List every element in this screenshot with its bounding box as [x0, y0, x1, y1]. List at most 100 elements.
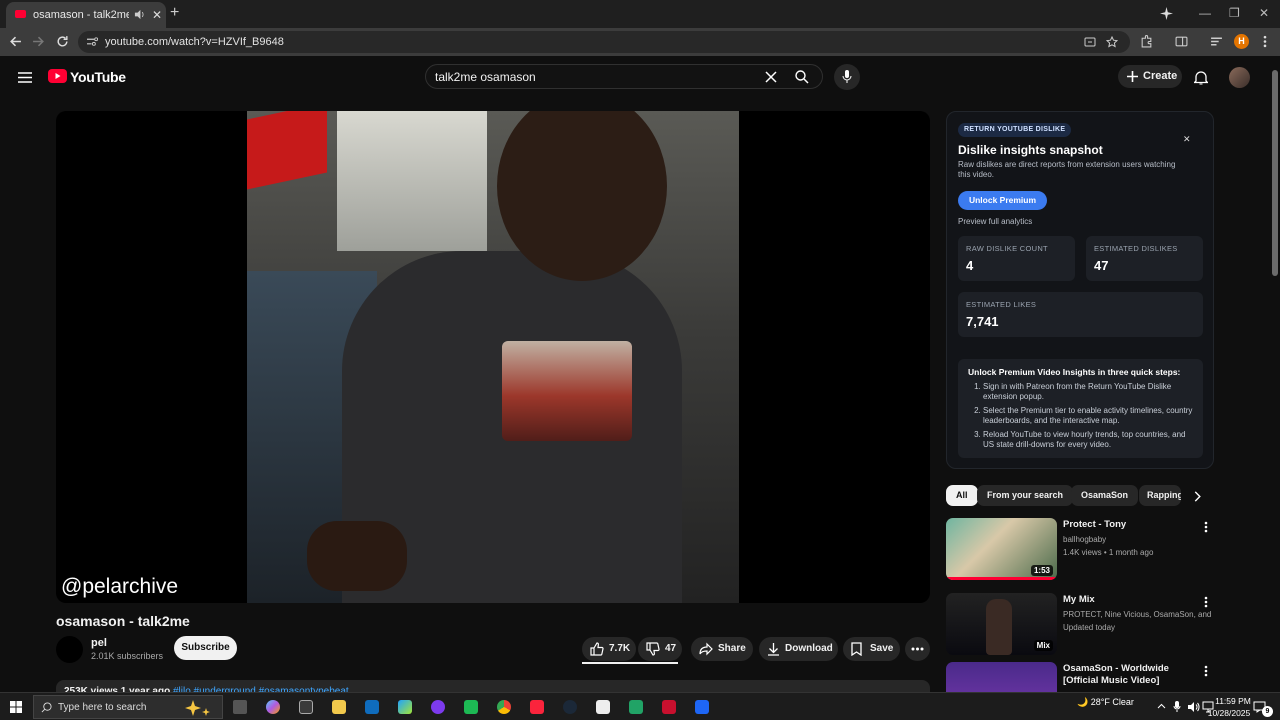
clock-date[interactable]: 10/28/2025 [1203, 708, 1255, 718]
download-icon [768, 643, 779, 656]
chrome-icon[interactable] [497, 700, 511, 714]
forward-icon[interactable] [32, 35, 45, 48]
chip-osamason[interactable]: OsamaSon [1071, 485, 1139, 506]
taskbar-search-icon [41, 702, 52, 713]
discord-icon[interactable] [431, 700, 445, 714]
back-icon[interactable] [9, 35, 22, 48]
app-icon[interactable] [464, 700, 478, 714]
more-vertical-icon[interactable] [1204, 521, 1208, 533]
video-thumbnail[interactable]: 1:53 [946, 518, 1057, 580]
taskbar-search-box[interactable]: Type here to search [33, 695, 223, 719]
step-item: Sign in with Patreon from the Return You… [983, 382, 1193, 402]
side-panel-icon[interactable] [1175, 35, 1188, 48]
page-scrollbar[interactable] [1270, 56, 1280, 692]
close-tab-icon[interactable]: ✕ [152, 8, 162, 22]
create-label: Create [1143, 70, 1178, 82]
share-button[interactable]: Share [691, 637, 753, 661]
recommendation-channel: ballhogbaby [1063, 535, 1107, 544]
recommendation-item[interactable]: OsamaSon - Worldwide [Official Music Vid… [946, 662, 1214, 692]
dislike-button[interactable]: 47 [638, 637, 682, 661]
recommendation-meta: 1.4K views • 1 month ago [1063, 548, 1154, 557]
like-ratio-bar [582, 662, 678, 664]
gemini-sparkle-icon[interactable] [1160, 7, 1173, 20]
remote-desktop-icon[interactable] [695, 700, 709, 714]
video-player[interactable]: @pelarchive [56, 111, 930, 603]
microphone-tray-icon[interactable] [1173, 701, 1181, 713]
more-vertical-icon[interactable] [1204, 665, 1208, 677]
chip-all[interactable]: All [946, 485, 978, 506]
panel-title: Dislike insights snapshot [958, 143, 1103, 157]
file-explorer-icon[interactable] [332, 700, 346, 714]
more-actions-button[interactable] [905, 637, 930, 661]
more-vertical-icon[interactable] [1204, 596, 1208, 608]
notepad-icon[interactable] [596, 700, 610, 714]
profile-avatar[interactable]: H [1234, 34, 1249, 49]
outlook-icon[interactable] [365, 700, 379, 714]
recommendation-item[interactable]: 1:53 Protect - Tony ballhogbaby 1.4K vie… [946, 518, 1214, 582]
share-label: Share [718, 643, 746, 654]
windows-start-icon[interactable] [10, 701, 22, 713]
browser-menu-icon[interactable] [1262, 35, 1268, 48]
stat-value: 47 [1094, 258, 1109, 273]
clear-search-icon[interactable] [765, 71, 777, 83]
download-button[interactable]: Download [759, 637, 838, 661]
steam-icon[interactable] [563, 700, 577, 714]
minimize-icon[interactable]: — [1199, 6, 1211, 20]
search-input[interactable]: talk2me osamason [435, 70, 536, 84]
unlock-premium-button[interactable]: Unlock Premium [958, 191, 1047, 210]
site-info-icon[interactable] [87, 37, 98, 47]
preview-analytics-link[interactable]: Preview full analytics [958, 217, 1032, 226]
volume-icon[interactable] [1187, 701, 1200, 713]
copilot-icon[interactable] [266, 700, 280, 714]
dislike-insights-panel: RETURN YOUTUBE DISLIKE ✕ Dislike insight… [946, 111, 1214, 469]
new-tab-icon[interactable]: + [170, 4, 179, 22]
recommendation-item[interactable]: Mix My Mix PROTECT, Nine Vicious, OsamaS… [946, 593, 1214, 657]
video-subject-hand [307, 521, 407, 591]
reading-list-icon[interactable] [1210, 35, 1223, 48]
channel-avatar[interactable] [56, 636, 83, 663]
tray-chevron-up-icon[interactable] [1157, 703, 1166, 709]
maximize-icon[interactable]: ❐ [1229, 6, 1240, 20]
cast-icon[interactable] [1084, 36, 1096, 48]
address-bar[interactable]: youtube.com/watch?v=HZVIf_B9648 [78, 31, 1130, 53]
extensions-puzzle-icon[interactable] [1140, 35, 1153, 48]
youtube-logo[interactable]: YouTube [48, 69, 126, 85]
store-icon[interactable] [299, 700, 313, 714]
weather-text: 28°F Clear [1090, 697, 1134, 707]
close-window-icon[interactable]: ✕ [1259, 6, 1269, 20]
chip-from-your-search[interactable]: From your search [977, 485, 1074, 506]
edge-icon[interactable] [398, 700, 412, 714]
video-thumbnail[interactable]: Mix [946, 593, 1057, 655]
kick-icon[interactable] [662, 700, 676, 714]
bookmark-star-icon[interactable] [1106, 36, 1118, 48]
subscribe-button[interactable]: Subscribe [174, 636, 237, 660]
excel-icon[interactable] [629, 700, 643, 714]
tab-title: osamason - talk2me - YouT [33, 9, 129, 21]
reload-icon[interactable] [56, 35, 69, 48]
dislike-count: 47 [665, 643, 677, 654]
task-view-icon[interactable] [233, 700, 247, 714]
video-thumbnail[interactable] [946, 662, 1057, 692]
notifications-bell-icon[interactable] [1194, 70, 1208, 85]
save-button[interactable]: Save [843, 637, 900, 661]
thumbnail-figure [986, 599, 1012, 655]
voice-search-button[interactable] [834, 64, 860, 90]
browser-tab[interactable]: osamason - talk2me - YouT ✕ [6, 2, 166, 28]
user-avatar[interactable] [1229, 67, 1250, 88]
like-button[interactable]: 7.7K [582, 637, 636, 661]
create-button[interactable]: Create [1118, 65, 1182, 88]
scrollbar-thumb[interactable] [1272, 70, 1278, 276]
close-panel-icon[interactable]: ✕ [1183, 134, 1191, 145]
music-icon[interactable] [530, 700, 544, 714]
clock-time[interactable]: 11:59 PM [1208, 696, 1258, 706]
channel-name[interactable]: pel [91, 637, 107, 649]
weather-widget[interactable]: 🌙 28°F Clear [1077, 697, 1134, 708]
audio-playing-icon[interactable] [134, 9, 145, 20]
stat-raw-dislikes: RAW DISLIKE COUNT 4 [958, 236, 1075, 281]
chip-rapping[interactable]: Rapping [1139, 485, 1181, 506]
browser-toolbar: youtube.com/watch?v=HZVIf_B9648 H [0, 28, 1280, 56]
chevron-right-icon[interactable] [1194, 491, 1202, 502]
hamburger-menu-icon[interactable] [18, 72, 32, 83]
search-icon[interactable] [795, 70, 809, 84]
search-box[interactable]: talk2me osamason [425, 64, 823, 89]
